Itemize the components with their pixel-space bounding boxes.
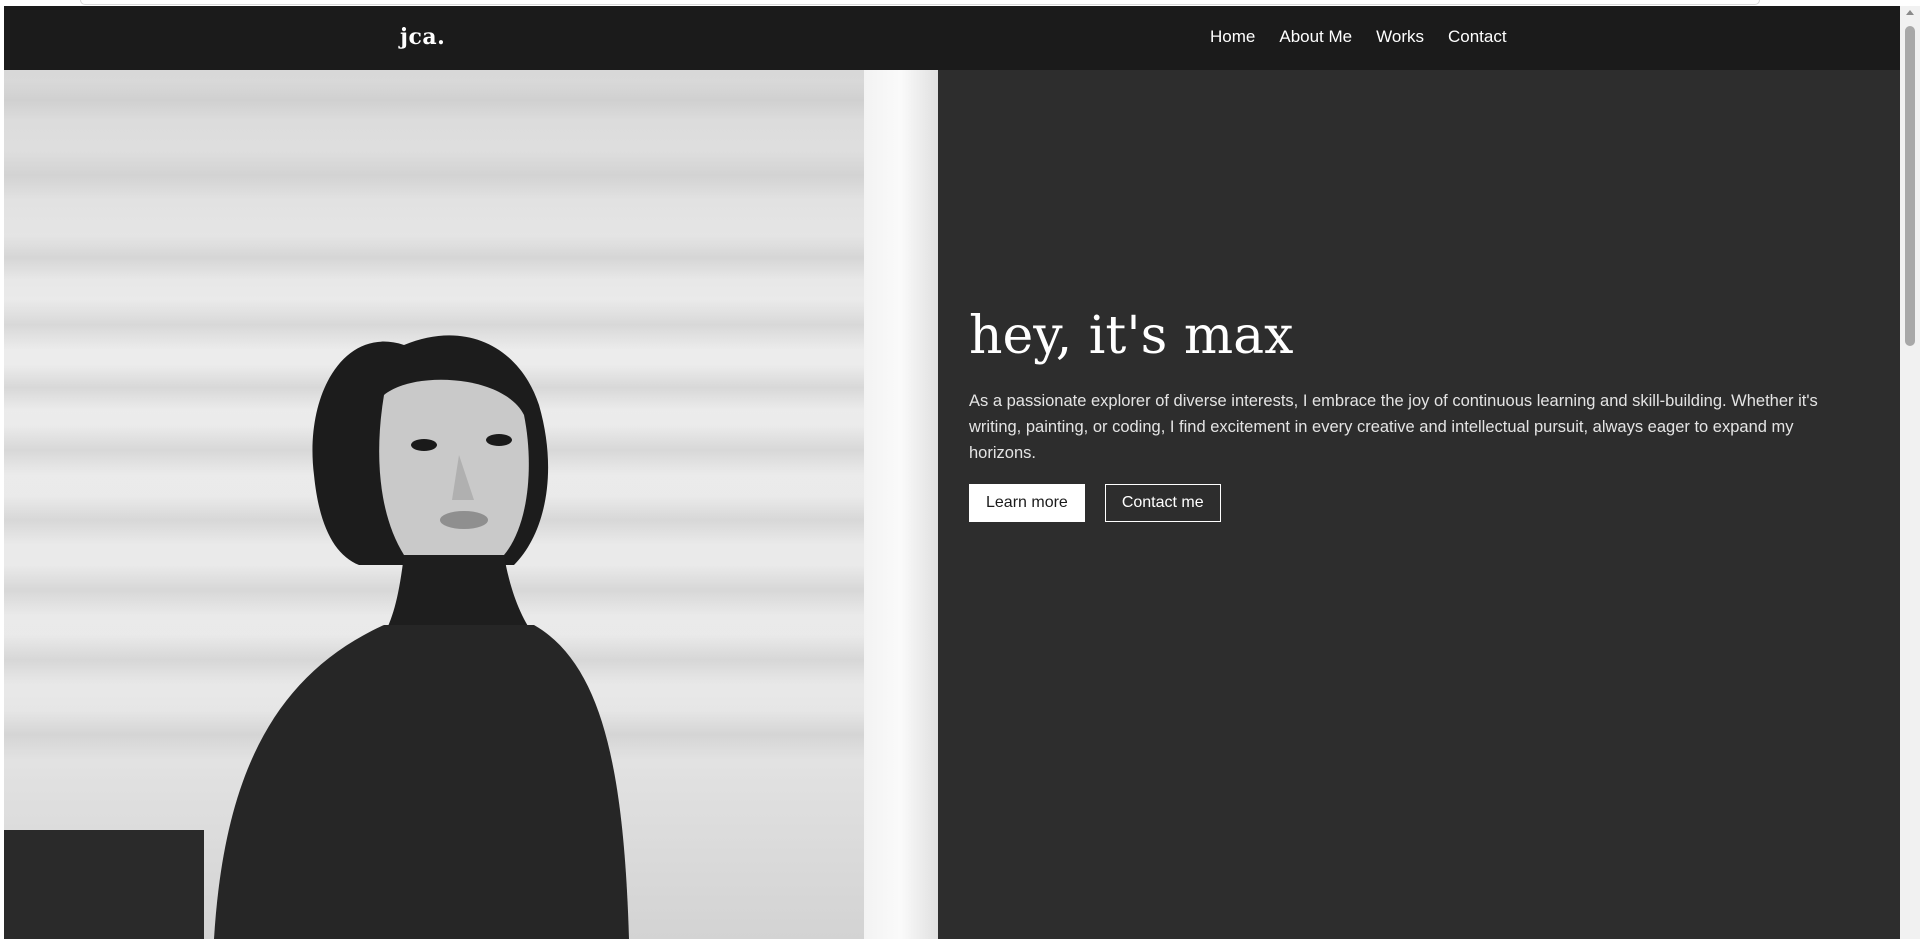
blind-slat	[4, 80, 904, 120]
nav-link-works[interactable]: Works	[1376, 27, 1424, 47]
browser-frame: jca. Home About Me Works Contact hey, it…	[0, 0, 1920, 941]
blind-slat	[4, 235, 904, 280]
hero-section: hey, it's max As a passionate explorer o…	[969, 306, 1829, 522]
nav-link-about-me[interactable]: About Me	[1279, 27, 1352, 47]
blind-slat	[4, 150, 904, 200]
window-frame	[864, 70, 938, 939]
chair-back	[4, 830, 204, 939]
nav-link-home[interactable]: Home	[1210, 27, 1255, 47]
hero-buttons: Learn more Contact me	[969, 484, 1829, 522]
learn-more-button[interactable]: Learn more	[969, 484, 1085, 522]
brand-logo[interactable]: jca.	[400, 24, 445, 50]
hero-title: hey, it's max	[969, 306, 1294, 366]
page-scrollbar[interactable]	[1900, 6, 1920, 939]
scroll-up-arrow-icon[interactable]	[1906, 10, 1914, 15]
nav-link-contact[interactable]: Contact	[1448, 27, 1507, 47]
nav-links: Home About Me Works Contact	[1210, 27, 1507, 47]
contact-me-button[interactable]: Contact me	[1104, 484, 1221, 522]
page-viewport: jca. Home About Me Works Contact hey, it…	[4, 6, 1900, 939]
browser-top-strip	[80, 0, 1760, 5]
scrollbar-thumb[interactable]	[1905, 26, 1915, 346]
hero-portrait-photo	[4, 70, 938, 939]
hero-description: As a passionate explorer of diverse inte…	[969, 392, 1818, 462]
navbar: jca. Home About Me Works Contact	[4, 6, 1900, 70]
person-silhouette-icon	[214, 335, 629, 939]
